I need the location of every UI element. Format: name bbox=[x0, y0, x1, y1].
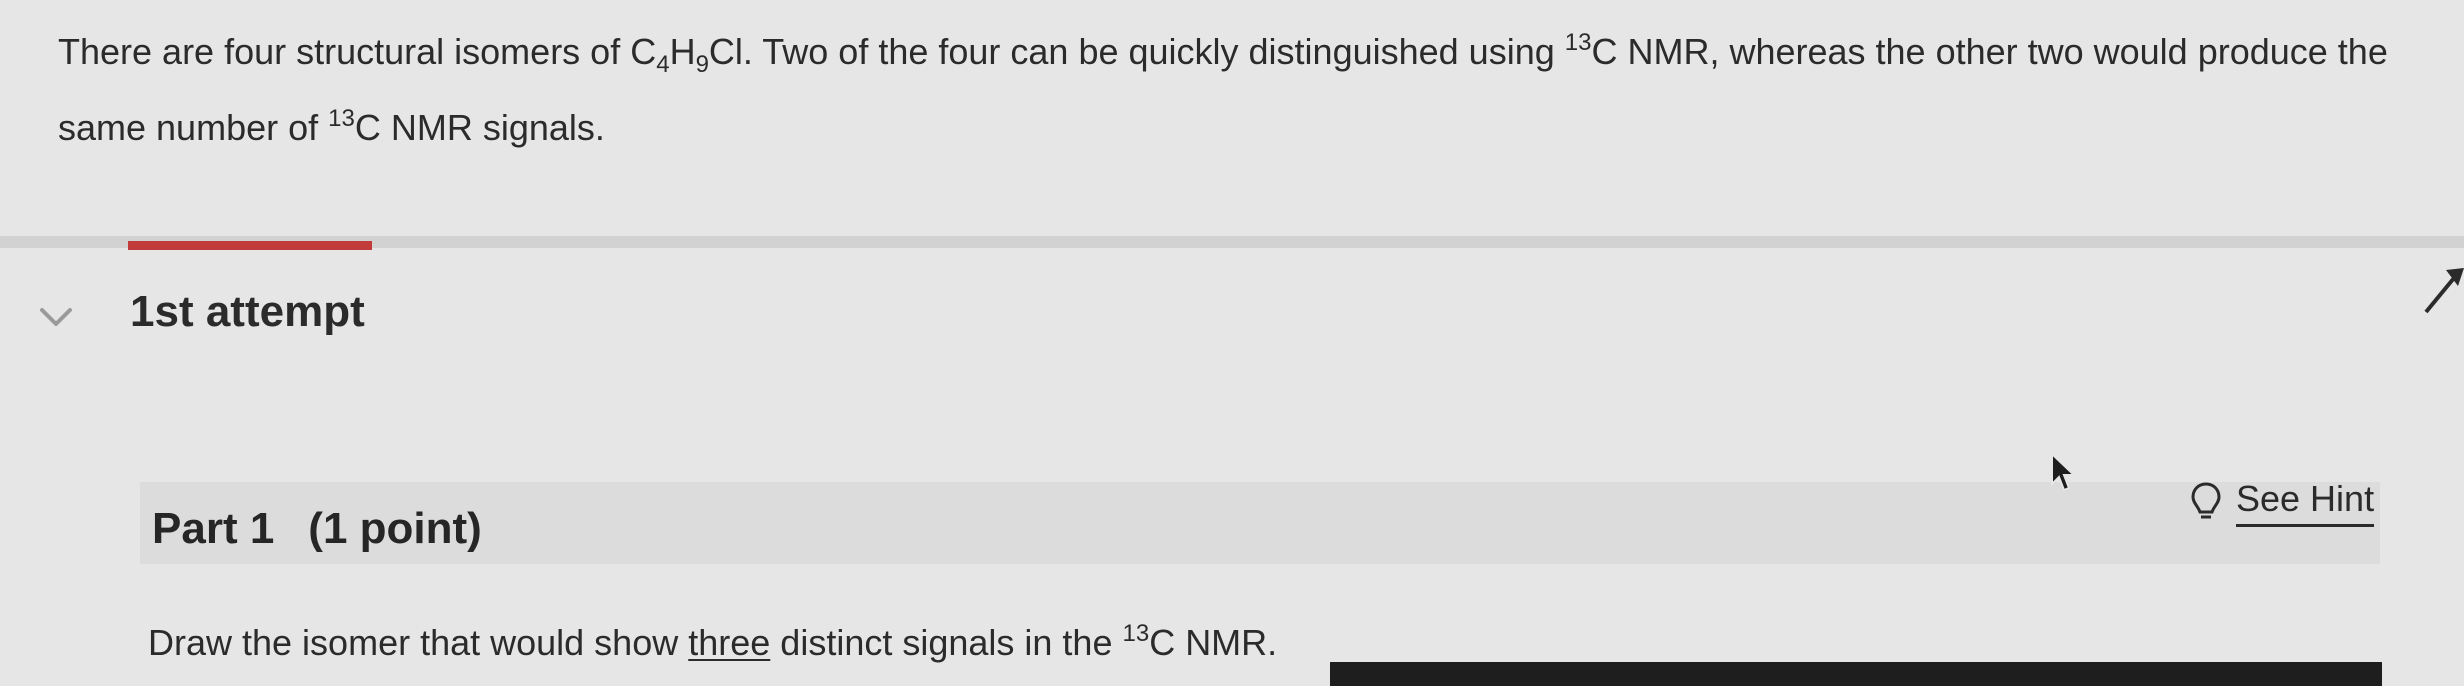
mouse-cursor-icon bbox=[2051, 452, 2077, 492]
part-points: (1 point) bbox=[308, 504, 482, 553]
see-hint-button[interactable]: See Hint bbox=[2190, 474, 2375, 530]
attempt-heading[interactable]: 1st attempt bbox=[130, 287, 365, 337]
subscript: 9 bbox=[695, 51, 709, 78]
question-text: There are four structural isomers of C4H… bbox=[58, 14, 2388, 166]
edge-arrow-icon bbox=[2424, 268, 2464, 314]
question-text-part: H bbox=[669, 31, 696, 72]
see-hint-label[interactable]: See Hint bbox=[2236, 478, 2375, 527]
prompt-text-part: distinct signals in the bbox=[770, 622, 1123, 663]
subscript: 4 bbox=[656, 51, 670, 78]
superscript: 13 bbox=[1564, 29, 1592, 56]
superscript: 13 bbox=[328, 105, 355, 132]
part-title: Part 1 (1 point) bbox=[152, 504, 482, 554]
prompt-emphasis: three bbox=[688, 622, 771, 663]
lightbulb-icon bbox=[2191, 482, 2221, 519]
prompt-text-part: C NMR. bbox=[1149, 622, 1278, 663]
drawing-canvas[interactable] bbox=[1330, 662, 2382, 686]
part-prompt: Draw the isomer that would show three di… bbox=[148, 622, 1277, 664]
superscript: 13 bbox=[1122, 620, 1150, 647]
part-number: Part 1 bbox=[152, 504, 275, 553]
chevron-down-icon[interactable] bbox=[38, 304, 74, 332]
attempt-progress-indicator bbox=[128, 241, 372, 250]
question-text-part: Cl. Two of the four can be quickly disti… bbox=[708, 31, 1565, 72]
question-text-part: C NMR signals. bbox=[354, 107, 605, 148]
prompt-text-part: Draw the isomer that would show bbox=[148, 622, 689, 663]
question-text-part: There are four structural isomers of C bbox=[58, 31, 657, 72]
